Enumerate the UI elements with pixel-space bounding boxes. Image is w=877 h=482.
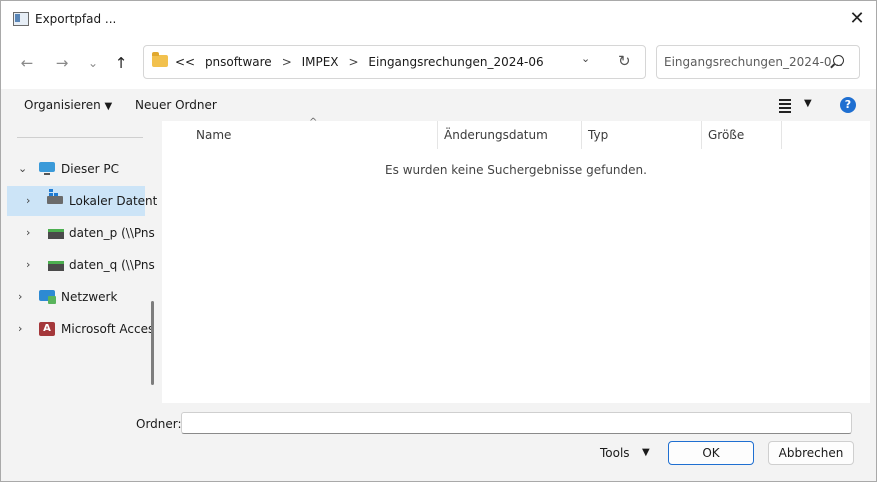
column-divider[interactable]	[781, 121, 782, 149]
navigation-row: ← → ⌄ ↑ << pnsoftware > IMPEX > Eingangsre…	[1, 37, 876, 89]
organize-label: Organisieren	[24, 98, 101, 112]
file-list[interactable]: ^ Name Änderungsdatum Typ Größe Es wurde…	[162, 117, 870, 403]
network-drive-icon	[48, 229, 64, 239]
tree-item-label: Microsoft Acces	[61, 322, 155, 336]
search-input[interactable]: Eingangsrechungen_2024-0...	[656, 45, 860, 79]
chevron-right-icon[interactable]: ›	[26, 226, 30, 239]
breadcrumb-separator-icon[interactable]: >	[282, 55, 292, 69]
network-drive-icon	[48, 261, 64, 271]
tree-item-this-pc[interactable]: ⌄ Dieser PC	[7, 154, 157, 184]
address-dropdown-chevron-icon[interactable]: ⌄	[581, 52, 590, 65]
column-header-size[interactable]: Größe	[708, 128, 744, 142]
chevron-down-icon[interactable]: ⌄	[18, 162, 27, 175]
access-icon: A	[39, 322, 55, 336]
folder-icon	[152, 52, 168, 67]
chevron-down-icon[interactable]: ▼	[642, 447, 650, 458]
navigation-divider	[17, 137, 143, 138]
chevron-right-icon[interactable]: ›	[18, 290, 22, 303]
close-icon[interactable]: ✕	[839, 5, 875, 33]
ok-button[interactable]: OK	[668, 441, 754, 465]
tree-item-daten-p[interactable]: › daten_p (\\Pns	[7, 218, 157, 248]
tree-item-network[interactable]: › Netzwerk	[7, 282, 157, 312]
tree-item-label: Dieser PC	[61, 162, 119, 176]
column-divider[interactable]	[701, 121, 702, 149]
tree-item-label: daten_p (\\Pns	[69, 226, 155, 240]
chevron-right-icon[interactable]: ›	[26, 194, 30, 207]
tree-item-microsoft-access[interactable]: › A Microsoft Acces	[7, 314, 157, 344]
cancel-button[interactable]: Abbrechen	[768, 441, 854, 465]
breadcrumb-separator-icon[interactable]: >	[349, 55, 359, 69]
breadcrumb: << pnsoftware > IMPEX > Eingangsrechungen_…	[175, 55, 550, 69]
window-icon	[13, 12, 29, 26]
chevron-right-icon[interactable]: ›	[26, 258, 30, 271]
search-icon[interactable]	[833, 55, 844, 66]
search-placeholder: Eingangsrechungen_2024-0...	[664, 55, 843, 69]
network-icon	[39, 290, 56, 304]
command-bar: Organisieren ▼ Neuer Ordner ▼ ?	[1, 89, 876, 121]
empty-results-message: Es wurden keine Suchergebnisse gefunden.	[385, 163, 647, 177]
forward-arrow-icon[interactable]: →	[50, 51, 74, 75]
sort-caret-icon: ^	[309, 117, 318, 128]
refresh-icon[interactable]: ↻	[618, 52, 631, 70]
export-path-dialog: Exportpfad ... ✕ ← → ⌄ ↑ << pnsoftware > …	[0, 0, 877, 482]
chevron-right-icon[interactable]: ›	[18, 322, 22, 335]
breadcrumb-overflow[interactable]: <<	[175, 55, 195, 69]
column-header-type[interactable]: Typ	[588, 128, 608, 142]
back-arrow-icon[interactable]: ←	[15, 51, 39, 75]
breadcrumb-item-current[interactable]: Eingangsrechungen_2024-06	[368, 55, 543, 69]
view-options-icon[interactable]	[779, 99, 791, 115]
organize-menu-button[interactable]: Organisieren ▼	[24, 98, 112, 112]
tree-item-local-drive[interactable]: › Lokaler Datent	[7, 186, 157, 216]
navigation-pane[interactable]: ⌄ Dieser PC › Lokaler Datent › daten_p (…	[7, 121, 157, 403]
new-folder-button[interactable]: Neuer Ordner	[135, 98, 217, 112]
column-divider[interactable]	[437, 121, 438, 149]
local-drive-icon	[47, 193, 63, 204]
tree-item-label: Netzwerk	[61, 290, 118, 304]
address-bar[interactable]: << pnsoftware > IMPEX > Eingangsrechungen_…	[143, 45, 646, 79]
column-header-modified[interactable]: Änderungsdatum	[444, 128, 548, 142]
folder-label: Ordner:	[136, 417, 182, 431]
navigation-scrollbar[interactable]	[151, 301, 154, 385]
up-arrow-icon[interactable]: ↑	[109, 51, 133, 75]
computer-icon	[39, 162, 55, 175]
tree-item-label: daten_q (\\Pns	[69, 258, 155, 272]
help-icon[interactable]: ?	[840, 97, 856, 113]
tree-item-label: Lokaler Datent	[69, 194, 157, 208]
tools-menu-button[interactable]: Tools	[600, 446, 630, 460]
recent-locations-chevron-icon[interactable]: ⌄	[81, 51, 105, 75]
chevron-down-icon: ▼	[104, 101, 113, 112]
window-title: Exportpfad ...	[35, 12, 117, 26]
folder-field[interactable]	[181, 412, 852, 434]
breadcrumb-item-impex[interactable]: IMPEX	[302, 55, 339, 69]
breadcrumb-item-pnsoftware[interactable]: pnsoftware	[205, 55, 272, 69]
title-bar: Exportpfad ... ✕	[1, 1, 876, 37]
dialog-footer: Ordner: Tools ▼ OK Abbrechen	[1, 403, 876, 481]
tree-item-daten-q[interactable]: › daten_q (\\Pns	[7, 250, 157, 280]
column-divider[interactable]	[581, 121, 582, 149]
column-header-name[interactable]: Name	[196, 128, 231, 142]
view-dropdown-chevron-icon[interactable]: ▼	[804, 98, 812, 109]
